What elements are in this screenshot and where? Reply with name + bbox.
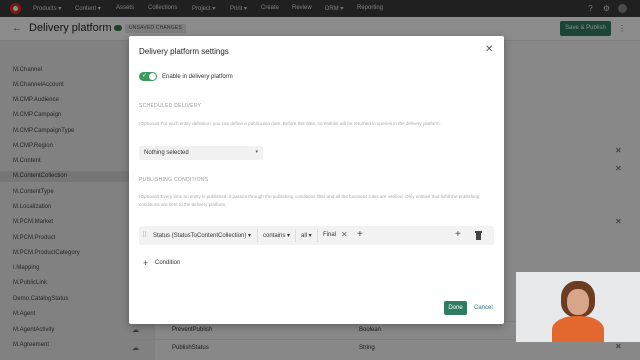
divider [295,229,296,242]
condition-row: ⠿ Status (StatusToContentCollection) ▾ c… [139,226,494,245]
condition-field-select[interactable]: Status (StatusToContentCollection) ▾ [153,232,251,239]
select-value: Nothing selected [144,150,189,156]
remove-value-icon[interactable]: ✕ [341,230,348,239]
divider [257,229,258,242]
webcam-overlay [516,272,640,342]
condition-operator-select[interactable]: contains ▾ [263,232,290,239]
add-value-icon[interactable]: + [357,229,363,240]
publishing-conditions-heading: PUBLISHING CONDITIONS [139,177,209,183]
plus-icon[interactable]: + [143,258,148,268]
scheduled-delivery-heading: SCHEDULED DELIVERY [139,103,202,109]
dialog-title: Delivery platform settings [139,47,229,56]
done-button[interactable]: Done [444,301,467,315]
publication-date-select[interactable]: Nothing selected ▾ [139,146,263,160]
delivery-platform-settings-dialog: Delivery platform settings ✕ ✓ Enable in… [129,36,504,324]
presenter-face [567,289,589,315]
trash-icon[interactable] [475,231,482,240]
add-rule-icon[interactable]: + [455,229,461,240]
drag-handle-icon[interactable]: ⠿ [142,231,147,239]
publishing-conditions-hint: (Optional) Every time an entity is publi… [139,194,480,207]
divider [317,229,318,242]
presenter-body [552,316,604,342]
close-icon[interactable]: ✕ [485,44,493,55]
condition-value-tag: Final [323,232,337,238]
condition-quantifier-select[interactable]: all ▾ [301,232,312,239]
scheduled-delivery-hint: (Optional) For each entity definition, y… [139,121,441,126]
enable-delivery-toggle[interactable]: ✓ [139,72,157,81]
caret-down-icon: ▾ [255,149,258,155]
enable-delivery-label: Enable in delivery platform [162,74,233,80]
check-icon: ✓ [142,73,148,79]
cancel-button[interactable]: Cancel [474,301,493,315]
add-condition-button[interactable]: Condition [155,260,180,266]
